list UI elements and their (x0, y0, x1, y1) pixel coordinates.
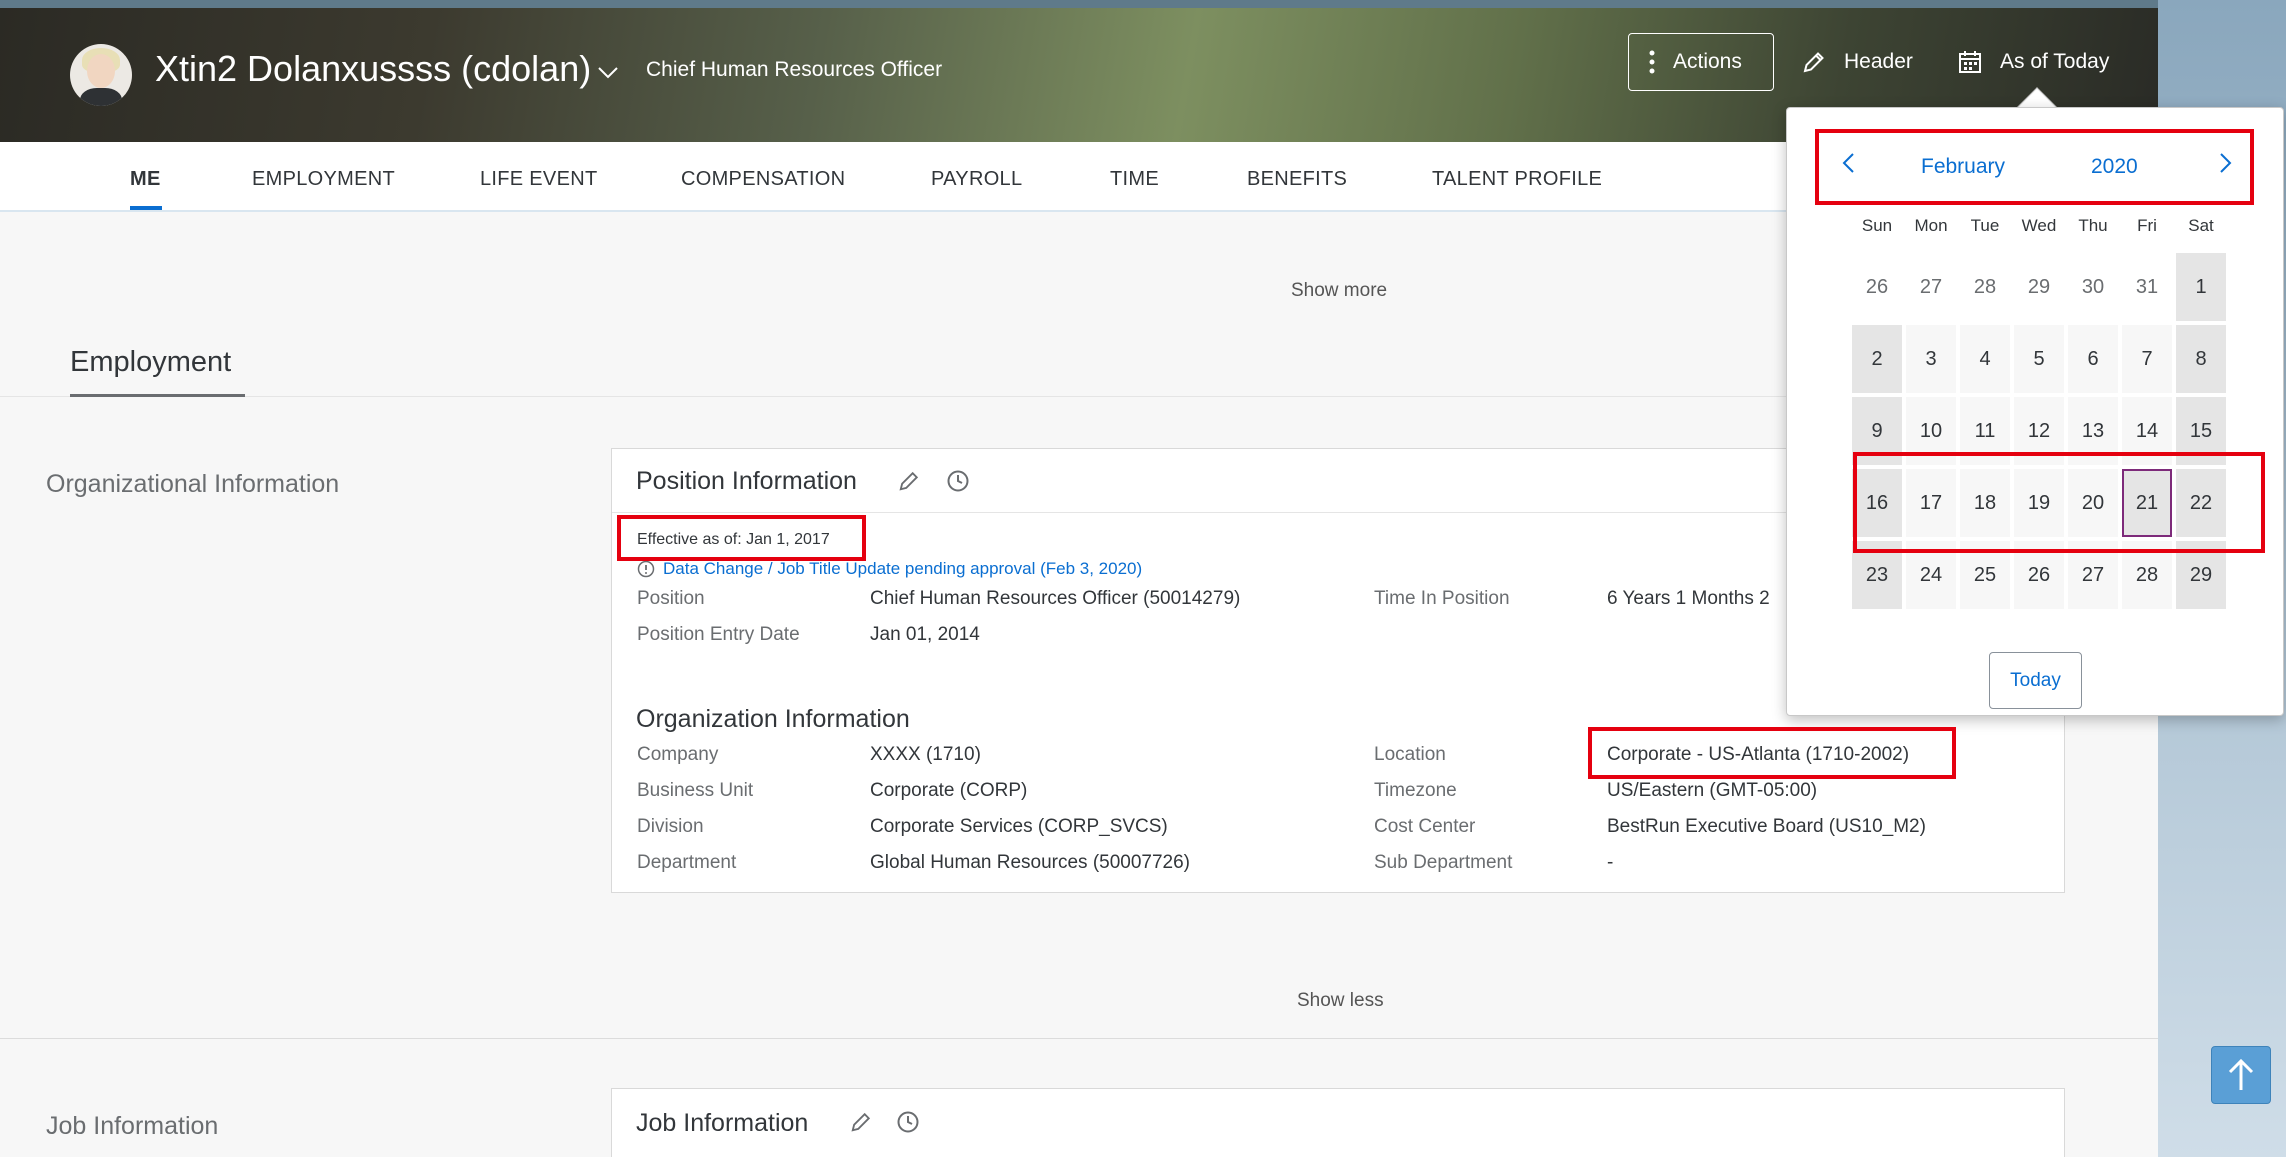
chevron-down-icon[interactable] (596, 60, 620, 84)
as-of-label: As of Today (2000, 50, 2110, 73)
header-button[interactable]: Header (1802, 33, 1913, 91)
calendar-day[interactable]: 29 (2014, 253, 2064, 321)
edit-pencil-icon[interactable] (898, 470, 920, 492)
weekday-header: Tue (1970, 216, 2000, 235)
history-clock-icon[interactable] (946, 469, 970, 493)
highlight-box (1815, 129, 2254, 205)
org-section-label: Organizational Information (46, 470, 340, 498)
company-label: Company (637, 744, 719, 765)
edit-pencil-icon[interactable] (850, 1111, 872, 1133)
calendar-day[interactable]: 1 (2176, 253, 2226, 321)
section-divider (0, 1038, 2158, 1039)
cost-center-label: Cost Center (1374, 816, 1476, 837)
job-information-card: Job Information (611, 1088, 2065, 1157)
tab-payroll[interactable]: PAYROLL (931, 168, 1022, 191)
active-tab-indicator (130, 206, 162, 210)
highlight-box (1853, 452, 2265, 553)
tab-me[interactable]: ME (130, 168, 161, 191)
tab-life-event[interactable]: LIFE EVENT (480, 168, 597, 191)
calendar-day[interactable]: 8 (2176, 325, 2226, 393)
tab-talent-profile[interactable]: TALENT PROFILE (1432, 168, 1602, 191)
time-in-position-value: 6 Years 1 Months 2 (1607, 588, 1770, 609)
calendar-day[interactable]: 28 (1960, 253, 2010, 321)
department-label: Department (637, 852, 737, 873)
sub-department-label: Sub Department (1374, 852, 1513, 873)
calendar-day[interactable]: 31 (2122, 253, 2172, 321)
employee-name[interactable]: Xtin2 Dolanxussss (cdolan) (155, 48, 591, 90)
highlight-box (1588, 727, 1956, 779)
division-value: Corporate Services (CORP_SVCS) (870, 816, 1168, 837)
calendar-day[interactable]: 27 (1906, 253, 1956, 321)
calendar-day[interactable]: 3 (1906, 325, 1956, 393)
pending-approval-text: Data Change / Job Title Update pending a… (663, 559, 1143, 578)
timezone-value: US/Eastern (GMT-05:00) (1607, 780, 1818, 801)
section-title-underline (70, 394, 245, 397)
more-vertical-icon (1649, 50, 1655, 74)
show-more-link[interactable]: Show more (1291, 280, 1387, 302)
tab-employment[interactable]: EMPLOYMENT (252, 168, 395, 191)
pencil-icon (1803, 52, 1824, 73)
weekday-header: Sun (1861, 216, 1893, 235)
tab-compensation[interactable]: COMPENSATION (681, 168, 845, 191)
employee-title: Chief Human Resources Officer (646, 58, 943, 81)
sub-department-value: - (1607, 852, 1614, 873)
calendar-day[interactable]: 4 (1960, 325, 2010, 393)
job-section-label: Job Information (46, 1112, 219, 1140)
card-title: Position Information (636, 467, 857, 495)
tab-time[interactable]: TIME (1110, 168, 1159, 191)
section-title: Employment (70, 346, 232, 378)
calendar-day[interactable]: 2 (1852, 325, 1902, 393)
actions-label: Actions (1673, 50, 1742, 73)
calendar-day[interactable]: 6 (2068, 325, 2118, 393)
department-value: Global Human Resources (50007726) (870, 852, 1191, 873)
entry-date-value: Jan 01, 2014 (870, 624, 980, 645)
business-unit-label: Business Unit (637, 780, 754, 801)
header-label: Header (1844, 50, 1913, 73)
timezone-label: Timezone (1374, 780, 1457, 801)
weekday-header: Fri (2137, 216, 2157, 235)
entry-date-label: Position Entry Date (637, 624, 800, 645)
arrow-up-icon (2228, 1058, 2254, 1090)
highlight-box (617, 515, 866, 561)
company-value: XXXX (1710) (870, 744, 981, 765)
weekday-header: Mon (1914, 216, 1948, 235)
today-button[interactable]: Today (1989, 652, 2082, 709)
position-label: Position (637, 588, 705, 609)
division-label: Division (637, 816, 704, 837)
show-less-link[interactable]: Show less (1297, 990, 1384, 1012)
calendar-day[interactable]: 5 (2014, 325, 2064, 393)
location-label: Location (1374, 744, 1446, 765)
actions-button[interactable]: Actions (1628, 33, 1774, 91)
position-value: Chief Human Resources Officer (50014279) (870, 588, 1241, 609)
calendar-day[interactable]: 30 (2068, 253, 2118, 321)
header-top-bar (0, 0, 2158, 8)
calendar-day[interactable]: 7 (2122, 325, 2172, 393)
tab-benefits[interactable]: BENEFITS (1247, 168, 1347, 191)
as-of-date-button[interactable]: As of Today (1958, 33, 2109, 91)
business-unit-value: Corporate (CORP) (870, 780, 1028, 801)
info-icon (637, 560, 655, 578)
time-in-position-label: Time In Position (1374, 588, 1510, 609)
scroll-to-top-button[interactable] (2211, 1046, 2271, 1104)
weekday-header: Sat (2188, 216, 2214, 235)
card-title: Job Information (636, 1109, 809, 1137)
history-clock-icon[interactable] (896, 1110, 920, 1134)
avatar[interactable] (70, 44, 132, 106)
organization-subtitle: Organization Information (636, 705, 910, 733)
cost-center-value: BestRun Executive Board (US10_M2) (1607, 816, 1926, 837)
weekday-header: Thu (2078, 216, 2108, 235)
calendar-day[interactable]: 26 (1852, 253, 1902, 321)
pending-approval-link[interactable]: Data Change / Job Title Update pending a… (637, 559, 1142, 579)
weekday-header: Wed (2021, 216, 2057, 235)
calendar-icon (1959, 51, 1981, 73)
